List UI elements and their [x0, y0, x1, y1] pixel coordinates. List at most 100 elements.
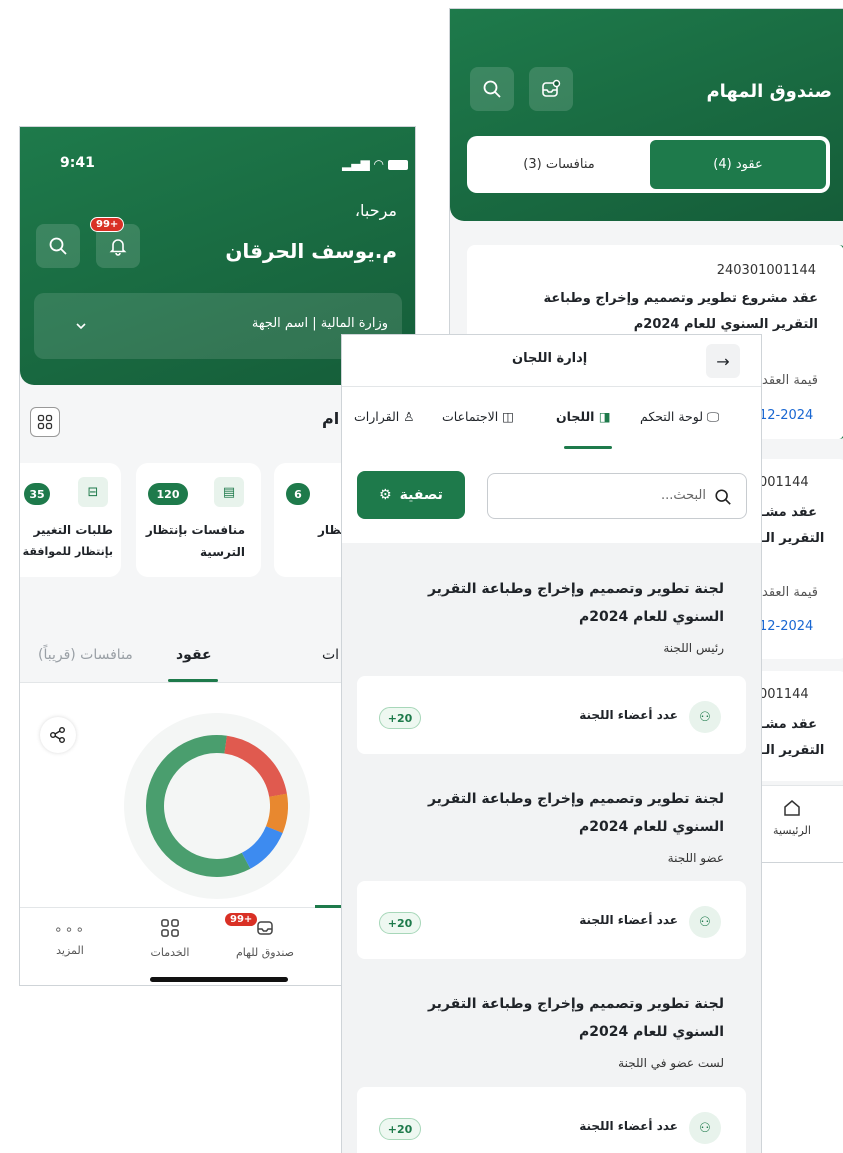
contract-title-line1: عقد مشروع تطوير وتصميم وإخراج وطباعة	[543, 291, 818, 306]
nav-more[interactable]: ∘∘∘ المزيد	[40, 922, 100, 957]
committee-card[interactable]: لجنة تطوير وتصميم وإخراج وطباعة التقرير …	[357, 990, 746, 1080]
members-label: عدد أعضاء اللجنة	[579, 708, 678, 722]
stat-label-line2: بإنتظار للموافقة	[22, 545, 113, 558]
notif-badge: 99+	[90, 217, 125, 232]
grid-icon	[161, 919, 179, 937]
search-input[interactable]: البحث...	[487, 473, 747, 519]
tab-meetings-label: الاجتماعات	[442, 409, 499, 424]
search-button[interactable]	[36, 224, 80, 268]
bell-icon	[109, 239, 127, 256]
committee-name-line2: السنوي للعام 2024م	[579, 819, 724, 835]
tasks-tabs: عقود (4) منافسات (3)	[467, 136, 830, 193]
users-icon: ⚇	[689, 906, 721, 938]
inbox-check-button[interactable]	[529, 67, 573, 111]
contract-value-label: قيمة العقد	[762, 585, 818, 600]
contract-value-label: قيمة العقد	[762, 373, 818, 388]
tab-decisions[interactable]: ♙ القرارات	[354, 409, 414, 424]
search-icon	[483, 80, 501, 98]
tab-dashboard-label: لوحة التحكم	[640, 409, 704, 424]
committee-name-line2: السنوي للعام 2024م	[579, 1024, 724, 1040]
stat-label-line2: الترسية	[200, 545, 245, 559]
tasks-header: صندوق المهام عقود (4) منافسات (3)	[450, 9, 843, 221]
tasks-badge: 99+	[225, 913, 258, 926]
contract-title-line2: التقرير الـ	[761, 743, 825, 758]
document-icon: ▤	[214, 477, 244, 507]
members-row[interactable]: +20 ⚇ عدد أعضاء اللجنة	[357, 1087, 746, 1153]
nav-home[interactable]: الرئيسية	[762, 798, 822, 837]
search-bar-area: البحث... ⚙ تصفية	[342, 451, 761, 543]
tab-committees[interactable]: ◨ اللجان	[556, 409, 611, 424]
users-icon: ⚇	[689, 701, 721, 733]
grid-view-button[interactable]	[30, 407, 60, 437]
stat-card-tenders-awaiting[interactable]: 120 ▤ منافسات بإنتظار الترسية	[136, 463, 261, 577]
app-bar: إدارة اللجان →	[342, 335, 761, 387]
contract-number: 001144	[759, 475, 809, 490]
search-placeholder: البحث...	[660, 488, 706, 503]
tab-contracts[interactable]: عقود (4)	[650, 140, 826, 189]
stamp-icon: ♙	[403, 409, 415, 424]
arrow-right-icon: →	[716, 351, 730, 371]
chevron-down-icon	[76, 323, 86, 330]
committee-name-line1: لجنة تطوير وتصميم وإخراج وطباعة التقرير	[427, 581, 724, 597]
search-icon	[49, 237, 67, 255]
back-button[interactable]: →	[706, 344, 740, 378]
members-row[interactable]: +20 ⚇ عدد أعضاء اللجنة	[357, 676, 746, 754]
inbox-check-icon	[542, 79, 561, 97]
change-request-icon: ⊟	[78, 477, 108, 507]
committees-screen: إدارة اللجان → 🖵 لوحة التحكم ◨ اللجان ◫ …	[341, 334, 762, 1153]
committee-card[interactable]: لجنة تطوير وتصميم وإخراج وطباعة التقرير …	[357, 785, 746, 875]
page-title: صندوق المهام	[706, 81, 832, 102]
grid-icon	[37, 414, 53, 430]
contract-title-line1: عقد مشـ	[761, 505, 817, 520]
share-icon	[50, 727, 65, 743]
stat-count: 120	[148, 483, 188, 505]
nav-home-label: الرئيسية	[773, 824, 811, 837]
contract-title-line1: عقد مشـ	[761, 717, 817, 732]
tab-tenders-soon[interactable]: منافسات (قريباً)	[38, 647, 133, 663]
committee-name-line1: لجنة تطوير وتصميم وإخراج وطباعة التقرير	[427, 791, 724, 807]
contract-date: 12-2024	[759, 408, 814, 423]
search-button[interactable]	[470, 67, 514, 111]
search-icon	[715, 489, 731, 505]
nav-more-label: المزيد	[56, 944, 84, 957]
committee-role: رئيس اللجنة	[663, 641, 724, 655]
stat-label: طلبات التغيير بإنتظار للموافقة	[23, 519, 113, 563]
tab-decisions-label: القرارات	[354, 409, 400, 424]
tab-indicator	[564, 446, 612, 449]
contract-title-line2: التقرير السنوي للعام 2024م	[633, 317, 818, 332]
share-button[interactable]	[40, 717, 76, 753]
filter-button[interactable]: ⚙ تصفية	[357, 471, 465, 519]
tab-indicator	[168, 679, 218, 682]
entity-label: وزارة المالية | اسم الجهة	[251, 316, 388, 331]
committee-role: لست عضو في اللجنة	[618, 1056, 724, 1070]
tab-meetings[interactable]: ◫ الاجتماعات	[442, 409, 514, 424]
committee-name-line1: لجنة تطوير وتصميم وإخراج وطباعة التقرير	[427, 996, 724, 1012]
contract-number: 240301001144	[716, 263, 816, 278]
home-indicator	[150, 977, 288, 982]
inbox-icon	[257, 921, 273, 935]
members-count: +20	[379, 707, 421, 729]
home-icon	[784, 800, 800, 816]
nav-tasks-label: صندوق للهام	[235, 946, 294, 959]
filter-label: تصفية	[399, 487, 443, 503]
nav-services[interactable]: الخدمات	[130, 918, 210, 959]
committee-card[interactable]: لجنة تطوير وتصميم وإخراج وطباعة التقرير …	[357, 575, 746, 665]
members-row[interactable]: +20 ⚇ عدد أعضاء اللجنة	[357, 881, 746, 959]
status-icons: ▂▄▆ ◠	[342, 157, 408, 171]
tab-contracts[interactable]: عقود	[176, 647, 212, 663]
tab-other[interactable]: ات	[322, 647, 339, 663]
tab-dashboard[interactable]: 🖵 لوحة التحكم	[640, 409, 719, 425]
tab-tenders[interactable]: منافسات (3)	[471, 140, 647, 189]
donut-chart	[124, 713, 310, 899]
stat-card-change-requests[interactable]: 35 ⊟ طلبات التغيير بإنتظار للموافقة	[20, 463, 121, 577]
members-label: عدد أعضاء اللجنة	[579, 913, 678, 927]
page-title: إدارة اللجان	[512, 351, 588, 366]
user-name: م.يوسف الحرقان	[225, 239, 397, 263]
committee-tabs: 🖵 لوحة التحكم ◨ اللجان ◫ الاجتماعات ♙ ال…	[342, 387, 761, 451]
greeting: مرحبا،	[354, 201, 397, 220]
section-title: ام	[322, 409, 340, 428]
wifi-icon: ◠	[373, 157, 384, 171]
members-count: +20	[379, 1118, 421, 1140]
committee-name-line2: السنوي للعام 2024م	[579, 609, 724, 625]
contract-date: 12-2024	[759, 619, 814, 634]
